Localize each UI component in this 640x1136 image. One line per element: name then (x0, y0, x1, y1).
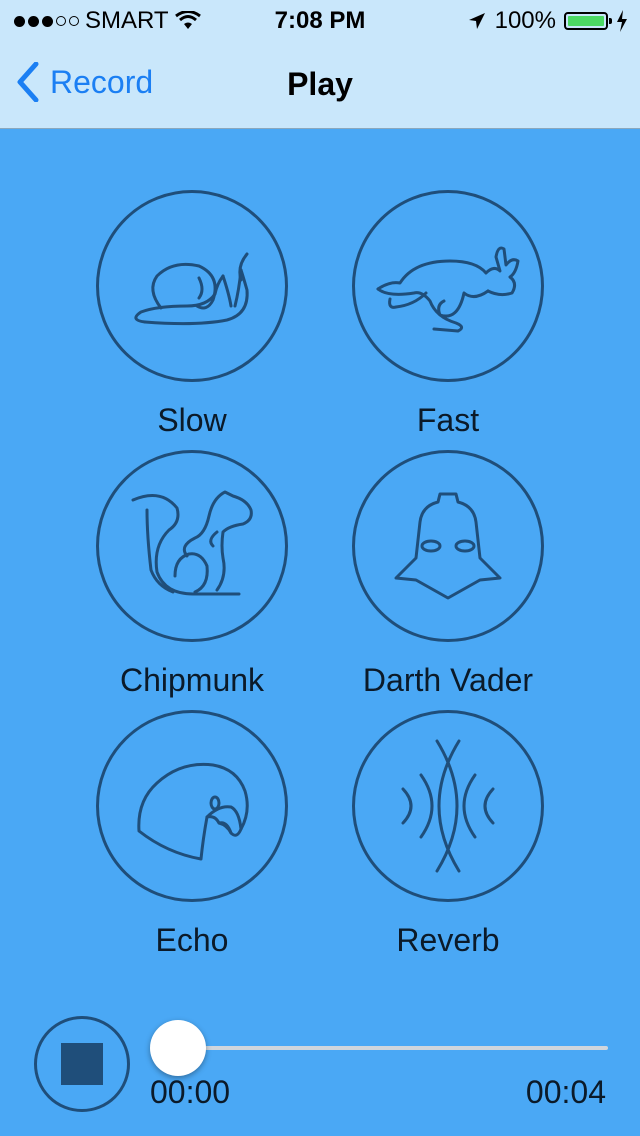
effect-label: Reverb (396, 922, 500, 958)
slider-thumb[interactable] (150, 1020, 206, 1076)
effect-echo: Echo (62, 710, 322, 959)
playback-slider[interactable] (176, 1046, 608, 1050)
status-right: 100% (467, 7, 628, 35)
effect-label: Slow (157, 402, 227, 438)
reverb-button[interactable] (352, 710, 544, 902)
page-title: Play (287, 66, 353, 102)
battery-icon (564, 12, 612, 30)
effect-label: Echo (155, 922, 229, 958)
effect-label: Chipmunk (119, 662, 265, 698)
effect-label: Darth Vader (362, 662, 534, 698)
chipmunk-icon (131, 490, 253, 596)
location-arrow-icon (468, 13, 485, 29)
fast-button[interactable] (352, 190, 544, 382)
charging-bolt-icon (617, 10, 627, 32)
status-bar: SMART 7:08 PM 100% (0, 0, 640, 40)
battery-percent: 100% (494, 7, 556, 34)
effect-chipmunk: Chipmunk (62, 450, 322, 699)
snail-icon (134, 252, 249, 326)
parrot-icon (137, 762, 249, 861)
reverb-waves-icon (401, 739, 495, 873)
stop-button[interactable] (34, 1016, 130, 1112)
effect-reverb: Reverb (318, 710, 578, 959)
stop-icon (61, 1043, 103, 1085)
total-time: 00:04 (525, 1074, 606, 1110)
current-time: 00:00 (150, 1074, 231, 1110)
effect-darth-vader: Darth Vader (318, 450, 578, 699)
echo-button[interactable] (96, 710, 288, 902)
navigation-bar: Record Play (0, 40, 640, 129)
effect-slow: Slow (62, 190, 322, 439)
effect-label: Fast (416, 402, 480, 438)
rabbit-icon (376, 246, 520, 333)
chipmunk-button[interactable] (96, 450, 288, 642)
darth-vader-button[interactable] (352, 450, 544, 642)
effect-fast: Fast (318, 190, 578, 439)
darth-vader-icon (394, 492, 502, 600)
slow-button[interactable] (96, 190, 288, 382)
